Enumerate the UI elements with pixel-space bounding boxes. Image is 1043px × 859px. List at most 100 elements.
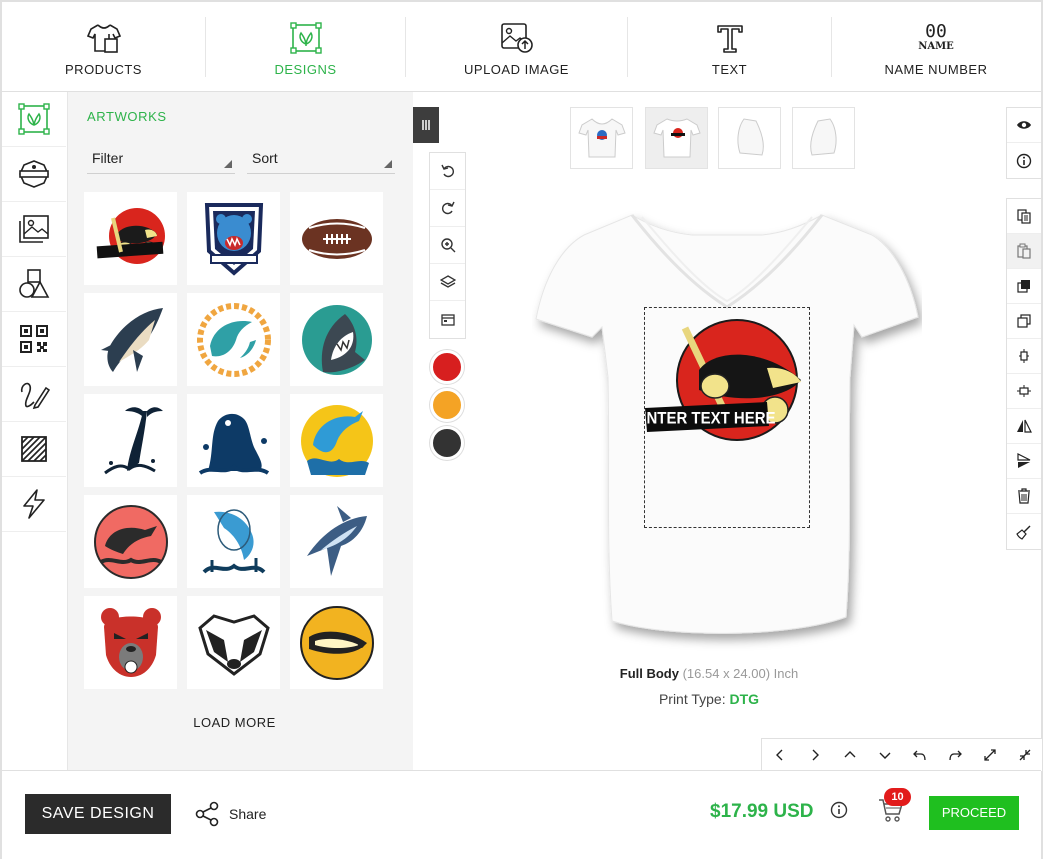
undo-button[interactable] bbox=[430, 153, 465, 190]
send-back-button[interactable] bbox=[1007, 304, 1041, 339]
artwork-tile-shark-1[interactable] bbox=[84, 293, 177, 386]
clear-button[interactable] bbox=[1007, 514, 1041, 549]
flip-horizontal-icon bbox=[1017, 419, 1032, 433]
view-right-sleeve[interactable] bbox=[792, 107, 855, 169]
sort-dropdown[interactable]: Sort bbox=[247, 144, 395, 174]
window-icon bbox=[440, 313, 455, 326]
nav-upload-image-label: UPLOAD IMAGE bbox=[464, 61, 569, 77]
bear-shield-artwork bbox=[204, 202, 263, 276]
flip-vertical-button[interactable] bbox=[1007, 444, 1041, 479]
artwork-tile-fish-splash[interactable] bbox=[187, 394, 280, 487]
artwork-tile-badger-yellow[interactable] bbox=[290, 596, 383, 689]
nav-products-label: PRODUCTS bbox=[65, 61, 142, 77]
artwork-tile-bear-red[interactable] bbox=[84, 596, 177, 689]
scale-down-button[interactable] bbox=[1007, 739, 1042, 771]
artwork-tile-dolphin-sun[interactable] bbox=[187, 293, 280, 386]
artwork-tile-football[interactable] bbox=[290, 192, 383, 285]
artwork-tile-badger-hockey[interactable] bbox=[84, 192, 177, 285]
artwork-tile-shark-blue[interactable] bbox=[290, 495, 383, 588]
color-swatch-red[interactable] bbox=[430, 350, 464, 384]
save-design-button[interactable]: SAVE DESIGN bbox=[25, 794, 171, 834]
draw-icon bbox=[20, 382, 50, 410]
rail-images[interactable] bbox=[2, 202, 66, 257]
move-down-button[interactable] bbox=[867, 739, 902, 771]
view-front[interactable] bbox=[570, 107, 633, 169]
nav-text[interactable]: TEXT bbox=[628, 2, 831, 92]
price: $17.99 USD bbox=[710, 801, 814, 822]
broom-icon bbox=[1016, 525, 1031, 540]
info-button[interactable] bbox=[1007, 143, 1041, 178]
rail-shapes[interactable] bbox=[2, 257, 66, 312]
rail-draw[interactable] bbox=[2, 367, 66, 422]
artwork-tile-dolphin-yellow[interactable] bbox=[290, 394, 383, 487]
move-up-button[interactable] bbox=[832, 739, 867, 771]
move-left-button[interactable] bbox=[762, 739, 797, 771]
rotate-left-button[interactable] bbox=[902, 739, 937, 771]
view-left-sleeve[interactable] bbox=[718, 107, 781, 169]
dropdown-arrow-icon bbox=[384, 160, 392, 168]
paste-button[interactable] bbox=[1007, 234, 1041, 269]
rotate-right-icon bbox=[948, 750, 962, 761]
nav-upload-image[interactable]: UPLOAD IMAGE bbox=[406, 2, 627, 92]
artwork-tile-bear-shield[interactable] bbox=[187, 192, 280, 285]
shark-blue-artwork bbox=[306, 505, 367, 576]
load-more-button[interactable]: LOAD MORE bbox=[68, 715, 401, 730]
color-swatch-orange[interactable] bbox=[430, 388, 464, 422]
cart-count-badge: 10 bbox=[884, 788, 911, 806]
bring-to-front-icon bbox=[1017, 280, 1030, 293]
expand-icon bbox=[983, 749, 996, 761]
artwork-tile-badger-bw[interactable] bbox=[187, 596, 280, 689]
move-right-button[interactable] bbox=[797, 739, 832, 771]
dolphin-sun-artwork bbox=[196, 302, 271, 377]
trash-icon bbox=[1018, 488, 1030, 504]
print-area[interactable]: ENTER TEXT HERE bbox=[644, 307, 810, 528]
delete-button[interactable] bbox=[1007, 479, 1041, 514]
artwork-tile-dolphin-red[interactable] bbox=[84, 495, 177, 588]
scale-up-button[interactable] bbox=[972, 739, 1007, 771]
artworks-panel: ARTWORKS Filter Sort LOAD MORE bbox=[68, 92, 413, 770]
badger-hockey-design[interactable]: ENTER TEXT HERE bbox=[645, 308, 808, 526]
upload-image-icon bbox=[500, 18, 534, 58]
artwork-tile-dolphin-jump[interactable] bbox=[187, 495, 280, 588]
rail-patterns[interactable] bbox=[2, 422, 66, 477]
preview-button[interactable] bbox=[430, 301, 465, 338]
layers-button[interactable] bbox=[430, 264, 465, 301]
footer-bar: SAVE DESIGN Share $17.99 USD 10 PROCEED bbox=[2, 770, 1041, 859]
view-tools bbox=[1006, 107, 1042, 179]
rail-badge-templates[interactable] bbox=[2, 147, 66, 202]
nav-designs[interactable]: DESIGNS bbox=[206, 2, 405, 92]
flip-horizontal-button[interactable] bbox=[1007, 409, 1041, 444]
bring-front-button[interactable] bbox=[1007, 269, 1041, 304]
preview-eye-button[interactable] bbox=[1007, 108, 1041, 143]
rail-designs[interactable] bbox=[2, 92, 66, 147]
badger-bw-artwork bbox=[197, 613, 270, 676]
zoom-button[interactable] bbox=[430, 227, 465, 264]
artwork-tile-whale-tail[interactable] bbox=[84, 394, 177, 487]
rail-qr-code[interactable] bbox=[2, 312, 66, 367]
redo-icon bbox=[441, 201, 455, 215]
bear-red-artwork bbox=[100, 607, 161, 677]
undo-icon bbox=[440, 164, 454, 178]
filter-dropdown[interactable]: Filter bbox=[87, 144, 235, 174]
redo-button[interactable] bbox=[430, 190, 465, 227]
nav-name-number[interactable]: 00 NAME NAME NUMBER bbox=[832, 2, 1040, 92]
align-horizontal-center-button[interactable] bbox=[1007, 374, 1041, 409]
artwork-tile-shark-circle[interactable] bbox=[290, 293, 383, 386]
copy-button[interactable] bbox=[1007, 199, 1041, 234]
proceed-button[interactable]: PROCEED bbox=[929, 796, 1019, 830]
print-type: Print Type: DTG bbox=[413, 691, 1005, 707]
tshirt-front-thumbnail bbox=[577, 118, 626, 158]
nav-products[interactable]: PRODUCTS bbox=[2, 2, 205, 92]
rail-quick-effects[interactable] bbox=[2, 477, 66, 532]
view-back[interactable] bbox=[645, 107, 708, 169]
share-button[interactable]: Share bbox=[194, 798, 266, 830]
collapse-panel-handle[interactable] bbox=[413, 107, 439, 143]
price-info-button[interactable] bbox=[830, 801, 848, 824]
flip-vertical-icon bbox=[1017, 453, 1031, 468]
rotate-right-button[interactable] bbox=[937, 739, 972, 771]
info-icon bbox=[830, 801, 848, 819]
color-swatch-charcoal[interactable] bbox=[430, 426, 464, 460]
align-horizontal-icon bbox=[1017, 385, 1031, 397]
align-vertical-center-button[interactable] bbox=[1007, 339, 1041, 374]
football-artwork bbox=[301, 218, 372, 259]
